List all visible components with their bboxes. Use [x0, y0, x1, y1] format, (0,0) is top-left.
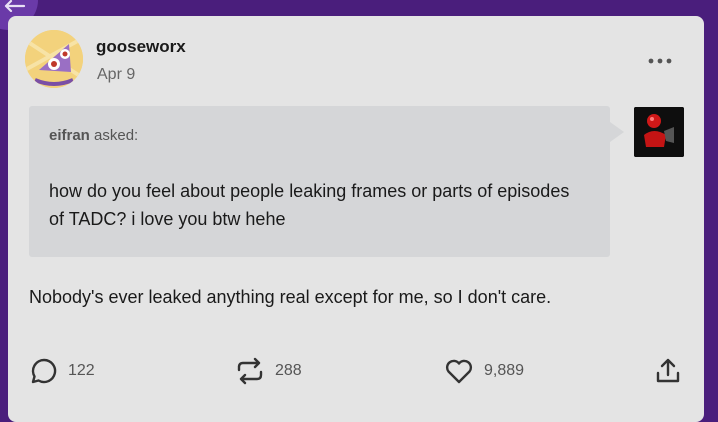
post-card: gooseworx Apr 9 eifran asked: how do you… [8, 16, 704, 422]
asker-avatar[interactable] [634, 107, 684, 157]
ask-box: eifran asked: how do you feel about peop… [29, 106, 624, 257]
heart-icon [445, 359, 473, 384]
avatar-image [25, 30, 83, 88]
like-button[interactable]: 9,889 [444, 356, 524, 386]
more-horizontal-icon [648, 58, 672, 64]
reply-bubble-icon [31, 358, 57, 384]
reblog-count: 288 [275, 362, 302, 379]
post-username[interactable]: gooseworx [96, 37, 186, 57]
asker-avatar-image [634, 107, 684, 157]
reply-button[interactable]: 122 [30, 356, 95, 386]
share-button[interactable] [654, 356, 682, 386]
reply-count: 122 [68, 362, 95, 379]
like-count: 9,889 [484, 362, 525, 379]
post-date[interactable]: Apr 9 [97, 66, 135, 84]
post-answer: Nobody's ever leaked anything real excep… [29, 287, 552, 307]
asked-label: asked: [94, 127, 139, 144]
arrow-left-icon [4, 0, 26, 12]
avatar[interactable] [25, 30, 83, 88]
ask-question: how do you feel about people leaking fra… [49, 181, 570, 229]
asker-line: eifran asked: [49, 127, 138, 144]
more-options-button[interactable] [646, 54, 674, 68]
reblog-button[interactable]: 288 [235, 356, 302, 386]
asker-link[interactable]: eifran [49, 127, 90, 144]
share-icon [656, 358, 680, 383]
reblog-icon [237, 357, 263, 385]
